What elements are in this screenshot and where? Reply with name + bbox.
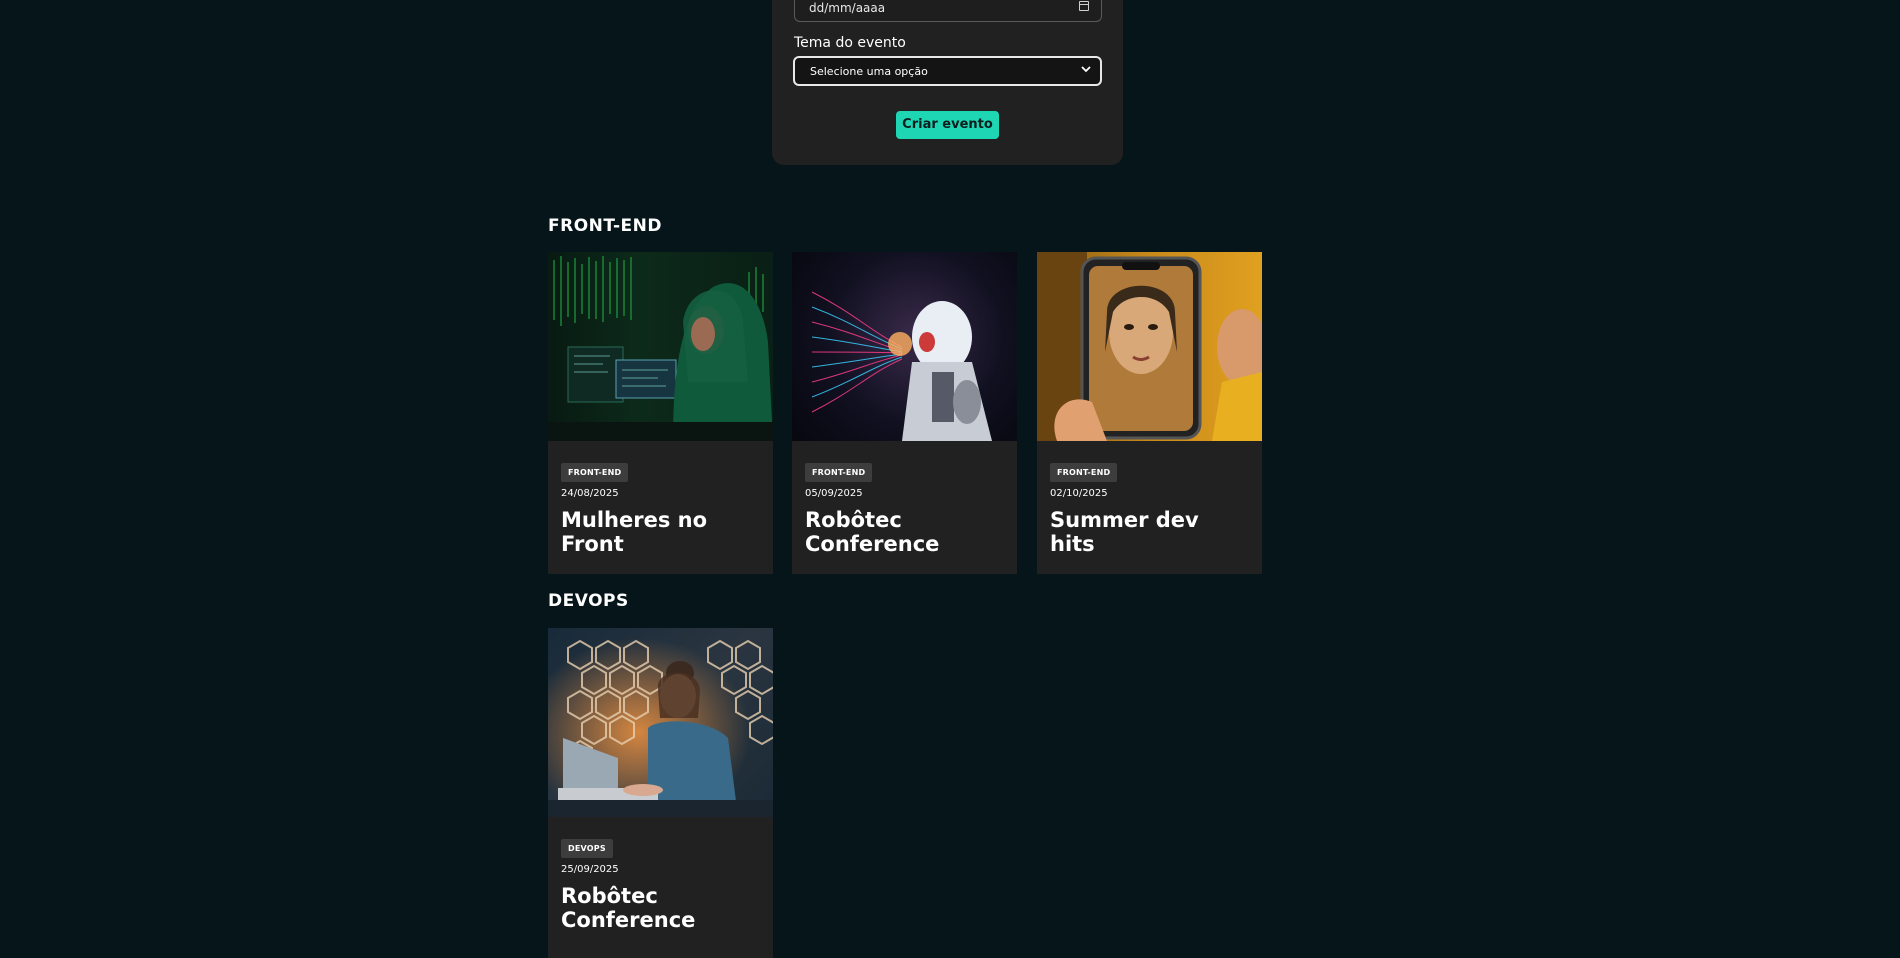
create-event-button[interactable]: Criar evento [896, 111, 999, 139]
event-card[interactable]: FRONT-END 24/08/2025 Mulheres no Front [548, 252, 773, 574]
theme-select[interactable]: Selecione uma opção [793, 56, 1102, 86]
category-badge: FRONT-END [805, 463, 873, 482]
event-form: dd/mm/aaaa Tema do evento Selecione uma … [772, 0, 1123, 165]
event-date: 24/08/2025 [561, 488, 619, 499]
event-card[interactable]: FRONT-END 05/09/2025 Robôtec Conference [792, 252, 1017, 574]
event-title: Summer dev hits [1050, 508, 1199, 556]
event-title: Mulheres no Front [561, 508, 708, 556]
theme-select-value: Selecione uma opção [810, 65, 928, 78]
section-title-devops: DEVOPS [548, 591, 629, 611]
event-title: Robôtec Conference [805, 508, 940, 556]
event-image [792, 252, 1017, 441]
category-badge: FRONT-END [1050, 463, 1118, 482]
event-date-input[interactable]: dd/mm/aaaa [794, 0, 1102, 22]
date-placeholder: dd/mm/aaaa [809, 1, 886, 15]
event-card[interactable]: DEVOPS 25/09/2025 Robôtec Conference [548, 628, 773, 958]
event-image [1037, 252, 1262, 441]
theme-label: Tema do evento [794, 35, 906, 51]
section-title-front-end: FRONT-END [548, 216, 662, 236]
event-date: 25/09/2025 [561, 864, 619, 875]
category-badge: DEVOPS [561, 839, 613, 858]
event-image [548, 252, 773, 441]
category-badge: FRONT-END [561, 463, 629, 482]
event-image [548, 628, 773, 817]
event-date: 02/10/2025 [1050, 488, 1108, 499]
event-date: 05/09/2025 [805, 488, 863, 499]
event-card[interactable]: FRONT-END 02/10/2025 Summer dev hits [1037, 252, 1262, 574]
calendar-icon[interactable] [1079, 1, 1089, 11]
event-title: Robôtec Conference [561, 884, 696, 932]
chevron-down-icon [1081, 64, 1091, 77]
